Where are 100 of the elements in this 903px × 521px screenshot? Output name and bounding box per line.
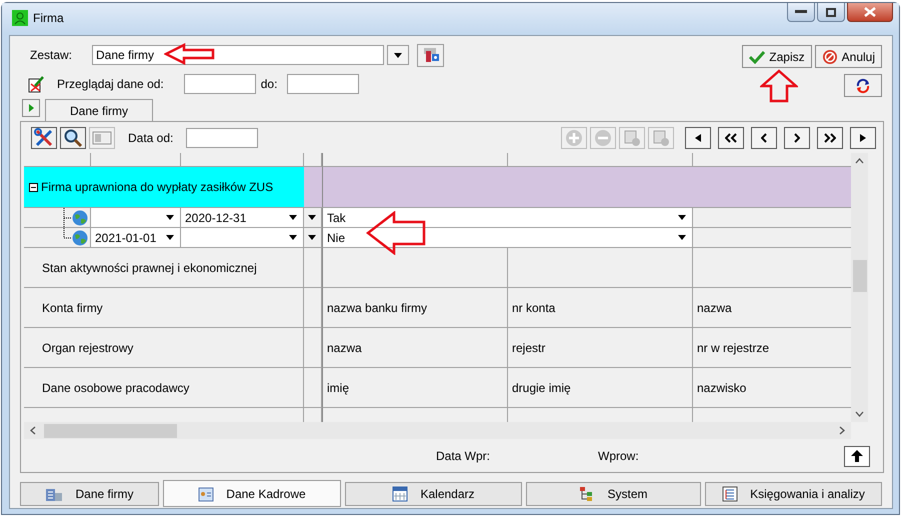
horizontal-scrollbar[interactable] bbox=[24, 422, 851, 439]
edit-icon[interactable] bbox=[27, 75, 45, 93]
caret-icon bbox=[678, 235, 686, 240]
row-label: Stan aktywności prawnej i ekonomicznej bbox=[24, 248, 304, 288]
table-cell bbox=[304, 248, 322, 288]
previous-button[interactable] bbox=[751, 127, 777, 149]
close-button[interactable] bbox=[847, 3, 893, 22]
next-button[interactable] bbox=[784, 127, 810, 149]
save-button[interactable]: Zapisz bbox=[742, 45, 812, 68]
scroll-right-icon[interactable] bbox=[839, 426, 845, 435]
tools-icon bbox=[34, 128, 54, 148]
group-row-cell bbox=[304, 167, 322, 207]
date-from-dropdown[interactable]: 2021-01-01 bbox=[91, 228, 181, 248]
caret-icon bbox=[308, 215, 316, 220]
tab[interactable]: Dane firmy bbox=[20, 482, 159, 506]
fast-back-button[interactable] bbox=[718, 127, 744, 149]
building-icon bbox=[45, 487, 64, 501]
fast-forward-button[interactable] bbox=[817, 127, 843, 149]
minus-icon bbox=[594, 129, 612, 147]
tab[interactable]: Dane Kadrowe bbox=[163, 480, 341, 507]
caret-icon bbox=[678, 215, 686, 220]
triangle-right-icon bbox=[860, 134, 866, 142]
caret-icon bbox=[166, 235, 174, 240]
collapse-icon[interactable] bbox=[29, 182, 38, 192]
row-label: Konta firmy bbox=[24, 288, 304, 328]
table-cell: nazwa banku firmy bbox=[322, 288, 508, 328]
date-to-label: do: bbox=[260, 77, 278, 91]
group-row-header[interactable]: Firma uprawniona do wypłaty zasiłków ZUS bbox=[24, 167, 304, 207]
scroll-thumb[interactable] bbox=[44, 424, 177, 438]
caret-icon bbox=[394, 52, 402, 58]
date-from-label: Data od: bbox=[128, 131, 174, 145]
double-chevron-left-icon bbox=[725, 133, 737, 143]
cancel-button[interactable]: Anuluj bbox=[814, 45, 882, 68]
entry-date-label: Data Wpr: bbox=[436, 449, 490, 463]
scroll-up-icon[interactable] bbox=[855, 158, 864, 164]
settings-icon bbox=[422, 47, 440, 63]
caret-icon bbox=[166, 215, 174, 220]
set-label: Zestaw: bbox=[30, 48, 74, 62]
tab[interactable]: Księgowania i analizy bbox=[705, 482, 882, 506]
refresh-icon bbox=[855, 78, 871, 94]
calendar-icon bbox=[392, 486, 408, 502]
tab[interactable]: Dane firmy bbox=[45, 99, 153, 121]
expand-button[interactable] bbox=[22, 99, 40, 117]
check-icon bbox=[749, 50, 766, 64]
up-button[interactable] bbox=[844, 446, 870, 466]
table-cell: nazwa bbox=[322, 328, 508, 368]
up-arrow-icon bbox=[851, 450, 863, 462]
document-icon bbox=[652, 129, 670, 147]
tools-button[interactable] bbox=[31, 127, 57, 149]
annotation-arrow bbox=[366, 211, 428, 255]
prohibited-icon bbox=[822, 48, 838, 64]
table-cell: rejestr bbox=[508, 328, 693, 368]
maximize-icon bbox=[826, 8, 836, 16]
document-icon bbox=[623, 129, 641, 147]
minimize-button[interactable] bbox=[787, 3, 815, 22]
scroll-left-icon[interactable] bbox=[30, 426, 36, 435]
set-dropdown[interactable]: Dane firmy bbox=[92, 45, 384, 65]
maximize-button[interactable] bbox=[817, 3, 845, 22]
vertical-scrollbar[interactable] bbox=[851, 153, 868, 422]
first-button[interactable] bbox=[685, 127, 711, 149]
chevron-right-icon bbox=[794, 133, 800, 143]
calculator-icon bbox=[92, 131, 112, 145]
table-cell: imię bbox=[322, 368, 508, 408]
config-button[interactable] bbox=[417, 44, 444, 66]
annotation-arrow bbox=[164, 43, 216, 65]
table-cell bbox=[304, 368, 322, 408]
app-icon bbox=[12, 10, 28, 26]
tab[interactable]: System bbox=[526, 482, 701, 506]
date-range-label: Przeglądaj dane od: bbox=[57, 77, 164, 91]
row-label: Organ rejestrowy bbox=[24, 328, 304, 368]
value-dropdown[interactable]: Nie bbox=[322, 228, 693, 248]
triangle-left-icon bbox=[695, 134, 701, 142]
date-to-field[interactable] bbox=[287, 74, 360, 94]
date-from-dropdown[interactable] bbox=[91, 208, 181, 228]
dropdown-button[interactable] bbox=[387, 45, 409, 65]
plus-icon bbox=[565, 129, 583, 147]
entered-by-label: Wprow: bbox=[598, 449, 639, 463]
tab[interactable]: Kalendarz bbox=[345, 482, 522, 506]
ledger-icon bbox=[722, 486, 738, 502]
dropdown-button[interactable] bbox=[304, 228, 322, 248]
search-button[interactable] bbox=[60, 127, 86, 149]
refresh-button[interactable] bbox=[844, 74, 882, 97]
date-field[interactable] bbox=[186, 128, 258, 148]
scroll-down-icon[interactable] bbox=[855, 411, 864, 417]
date-from-field[interactable] bbox=[184, 74, 256, 94]
id-card-icon bbox=[198, 486, 214, 502]
close-icon bbox=[864, 7, 876, 17]
table-cell: nr konta bbox=[508, 288, 693, 328]
search-icon bbox=[63, 128, 83, 148]
play-icon bbox=[28, 104, 34, 112]
minimize-icon bbox=[795, 10, 807, 14]
chevron-left-icon bbox=[761, 133, 767, 143]
value-dropdown[interactable]: Tak bbox=[322, 208, 693, 228]
caret-icon bbox=[289, 215, 297, 220]
table-cell: drugie imię bbox=[508, 368, 693, 408]
last-button[interactable] bbox=[850, 127, 876, 149]
scroll-thumb[interactable] bbox=[852, 260, 866, 292]
table-cell bbox=[304, 288, 322, 328]
date-to-dropdown[interactable]: 2020-12-31 bbox=[181, 208, 304, 228]
dropdown-button[interactable] bbox=[304, 208, 322, 228]
